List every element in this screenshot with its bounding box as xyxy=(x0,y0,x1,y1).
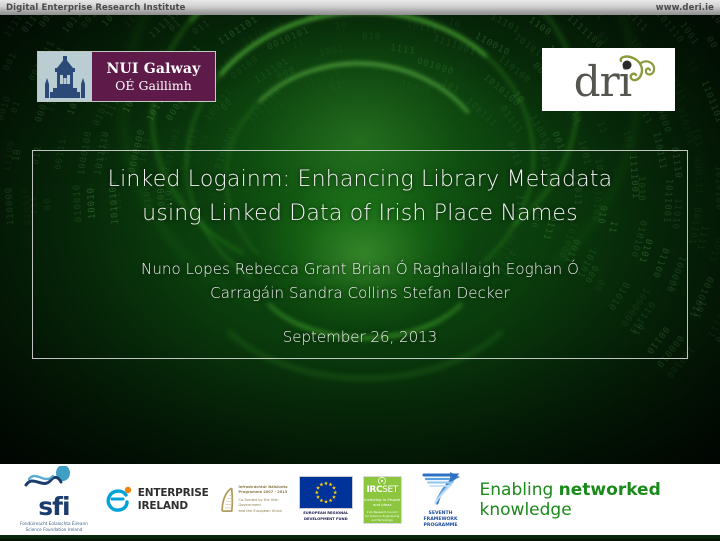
author-list: Nuno Lopes Rebecca Grant Brian Ó Raghall… xyxy=(141,257,579,306)
seventh-framework-programme-logo: SEVENTH FRAMEWORK PROGRAMME xyxy=(412,470,470,530)
sfi-subtitle: Fondúireacht Eolaíochta Éireann Science … xyxy=(14,521,94,534)
nui-galway-line-2: OÉ Gaillimh xyxy=(115,77,192,93)
ircset-subtitle-line-3: and Technology xyxy=(371,518,394,523)
sfi-subtitle-english: Science Foundation Ireland xyxy=(25,527,83,533)
nui-galway-wordmark: NUI Galway OÉ Gaillimh xyxy=(92,52,215,101)
title-box: Linked Logainm: Enhancing Library Metada… xyxy=(32,150,688,359)
fp7-caption: SEVENTH FRAMEWORK PROGRAMME xyxy=(412,511,470,530)
deri-tagline: Enabling networked knowledge xyxy=(480,480,720,520)
structural-funds-line-3: Co-funded by the Irish Government xyxy=(238,497,279,508)
enterprise-ireland-line-2: IRELAND xyxy=(137,499,188,512)
enterprise-ireland-line-1: ENTERPRISE xyxy=(137,487,209,500)
dri-swirl-icon xyxy=(619,55,656,82)
fp7-caption-line-1: SEVENTH FRAMEWORK xyxy=(423,510,458,522)
eu-flag-icon xyxy=(298,476,353,510)
author-list-line-2: Carragáin Sandra Collins Stefan Decker xyxy=(210,284,510,303)
nui-galway-line-1: NUI Galway xyxy=(106,60,201,77)
erdf-caption: EUROPEAN REGIONAL DEVELOPMENT FUND xyxy=(299,511,353,522)
presentation-date: September 26, 2013 xyxy=(282,327,438,346)
ircset-subtitle: Irish Research Council for Science, Engi… xyxy=(365,510,399,522)
institute-name: Digital Enterprise Research Institute xyxy=(6,2,186,13)
ircset-tagline: Investing in People and Ideas xyxy=(364,497,401,508)
tagline-before: Enabling xyxy=(479,479,559,500)
author-list-line-1: Nuno Lopes Rebecca Grant Brian Ó Raghall… xyxy=(141,260,579,279)
ircset-emblem-icon xyxy=(378,476,387,485)
sfi-wave-icon xyxy=(14,464,94,496)
european-regional-development-fund-logo: EUROPEAN REGIONAL DEVELOPMENT FUND xyxy=(298,476,353,522)
sfi-logo: sfi Fondúireacht Eolaíochta Éireann Scie… xyxy=(14,464,94,534)
funder-logo-strip: sfi Fondúireacht Eolaíochta Éireann Scie… xyxy=(0,464,720,535)
institute-website: www.deri.ie xyxy=(655,2,714,13)
erdf-caption-line-2: DEVELOPMENT FUND xyxy=(303,517,348,521)
dri-logo: dri xyxy=(542,48,675,111)
presentation-slide: 1000000101111110000100111001111000100010… xyxy=(0,0,720,541)
slide-title: Linked Logainm: Enhancing Library Metada… xyxy=(108,163,613,231)
harp-icon xyxy=(220,486,233,512)
ircset-wordmark: IRCSET xyxy=(366,485,398,496)
sfi-wordmark: sfi xyxy=(38,491,70,521)
structural-funds-line-2: Programme 2007 - 2013 xyxy=(238,490,288,495)
fp7-seven-icon xyxy=(422,471,460,505)
slide-title-line-1: Linked Logainm: Enhancing Library Metada… xyxy=(107,167,613,192)
structural-funds-text: Infrastrúchtúr Náisiúnta Programme 2007 … xyxy=(238,485,288,515)
ircset-wordmark-light: SET xyxy=(382,485,398,496)
bottom-strip xyxy=(0,535,720,541)
enterprise-ireland-wordmark: ENTERPRISE IRELAND xyxy=(138,487,209,512)
quadrangle-tower-icon xyxy=(38,52,92,101)
nui-galway-logo: NUI Galway OÉ Gaillimh xyxy=(37,51,216,102)
fp7-caption-line-2: PROGRAMME xyxy=(423,523,458,529)
header-bar: Digital Enterprise Research Institute ww… xyxy=(0,0,720,15)
structural-funds-logo: Infrastrúchtúr Náisiúnta Programme 2007 … xyxy=(219,483,289,517)
tagline-after: knowledge xyxy=(479,499,572,520)
enterprise-ireland-swirl-icon xyxy=(106,486,131,512)
ircset-wordmark-bold: IRC xyxy=(366,485,383,496)
structural-funds-line-4: and the European Union xyxy=(238,508,283,513)
enterprise-ireland-logo: ENTERPRISE IRELAND xyxy=(104,485,209,515)
footer-bar: sfi Fondúireacht Eolaíochta Éireann Scie… xyxy=(0,464,720,535)
slide-title-line-2: using Linked Data of Irish Place Names xyxy=(142,201,578,227)
ircset-logo: IRCSET Investing in People and Ideas Iri… xyxy=(362,475,402,524)
tagline-bold: networked xyxy=(558,479,661,500)
